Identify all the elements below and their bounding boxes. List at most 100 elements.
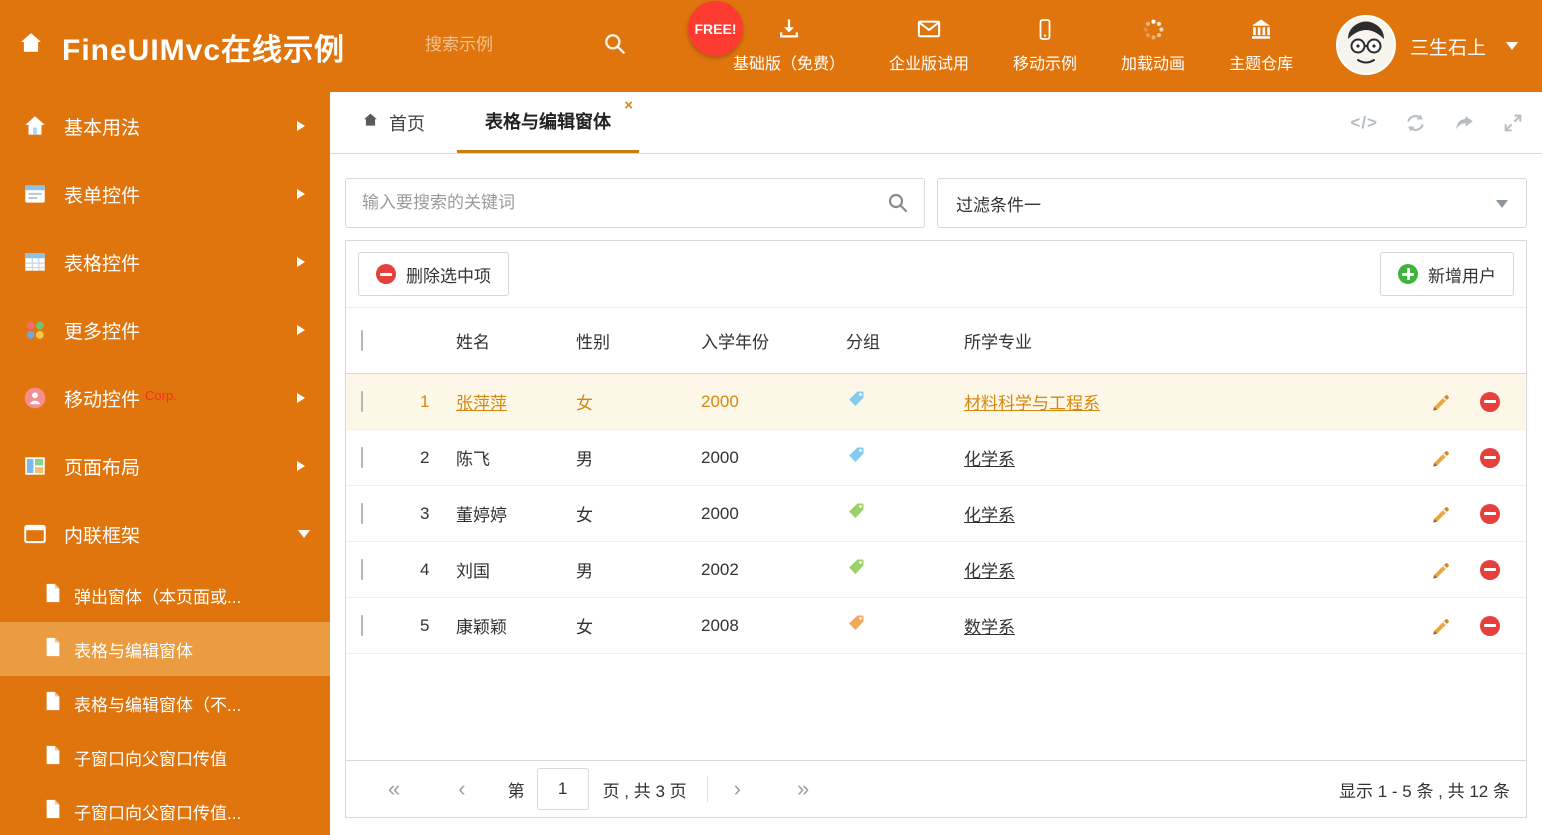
edit-icon[interactable] [1430, 615, 1451, 636]
edit-icon[interactable] [1430, 559, 1451, 580]
next-page-button[interactable]: › [734, 778, 741, 800]
select-all-checkbox[interactable] [361, 329, 363, 351]
source-code-icon[interactable]: </> [1350, 113, 1378, 133]
tab-tools: </> [1350, 92, 1524, 154]
edit-icon[interactable] [1430, 447, 1451, 468]
tab-home[interactable]: 首页 [345, 92, 441, 153]
close-icon[interactable]: × [624, 98, 633, 113]
row-number: 4 [420, 559, 430, 579]
nav-item-enterprise-trial[interactable]: 企业版试用 [889, 13, 969, 74]
edit-icon[interactable] [1430, 503, 1451, 524]
tab-grid-edit-window[interactable]: 表格与编辑窗体 × [457, 92, 639, 153]
keyword-search-input[interactable] [346, 179, 872, 227]
header-search-icon[interactable] [602, 31, 628, 62]
delete-icon[interactable] [1480, 447, 1500, 468]
chevron-down-icon[interactable] [1506, 42, 1518, 56]
sidebar-item-form-controls[interactable]: 表单控件 [0, 160, 330, 228]
refresh-icon[interactable] [1404, 112, 1427, 134]
user-name[interactable]: 三生石上 [1410, 33, 1486, 60]
nav-item-basic-free[interactable]: 基础版（免费） [733, 13, 845, 74]
major-link[interactable]: 化学系 [964, 562, 1015, 581]
delete-icon[interactable] [1480, 503, 1500, 524]
header-nav: 基础版（免费） 企业版试用 移动示例 加载动画 主题仓库 [733, 13, 1293, 74]
sidebar-item-label: 页面布局 [64, 457, 141, 479]
share-forward-icon[interactable] [1453, 112, 1476, 134]
add-user-label: 新增用户 [1428, 266, 1496, 286]
filter-row: 过滤条件一 [345, 178, 1527, 228]
edit-icon[interactable] [1430, 391, 1451, 412]
gender-cell: 女 [576, 394, 593, 413]
major-link[interactable]: 化学系 [964, 506, 1015, 525]
sidebar-subitem-label: 子窗口向父窗口传值 [74, 749, 227, 769]
nav-item-theme-repo[interactable]: 主题仓库 [1229, 13, 1293, 74]
chevron-right-icon [297, 393, 310, 403]
row-number: 3 [420, 503, 430, 523]
spinner-icon [1140, 13, 1167, 43]
row-checkbox[interactable] [361, 614, 363, 636]
sidebar-item-basic-usage[interactable]: 基本用法 [0, 92, 330, 160]
delete-icon[interactable] [1480, 559, 1500, 580]
gender-cell: 女 [576, 618, 593, 637]
sidebar-item-page-layout[interactable]: 页面布局 [0, 432, 330, 500]
divider [706, 776, 708, 802]
sidebar-subitem-grid-edit-window[interactable]: 表格与编辑窗体 [0, 622, 330, 676]
sidebar-item-more-controls[interactable]: 更多控件 [0, 296, 330, 364]
nav-item-mobile-demo[interactable]: 移动示例 [1013, 13, 1077, 74]
add-user-button[interactable]: 新增用户 [1380, 252, 1514, 296]
home-icon[interactable] [16, 29, 46, 62]
header-search-input[interactable] [425, 30, 585, 60]
sidebar-item-mobile-controls[interactable]: 移动控件 Corp. [0, 364, 330, 432]
envelope-icon [915, 13, 943, 43]
nav-item-loading-anim[interactable]: 加载动画 [1121, 13, 1185, 74]
file-icon [44, 745, 62, 770]
sidebar-item-inline-frame[interactable]: 内联框架 [0, 500, 330, 568]
tab-label: 表格与编辑窗体 [485, 112, 611, 132]
app-title: FineUIMvc在线示例 [62, 34, 346, 67]
download-icon [775, 13, 803, 43]
table-row: 3 董婷婷 女 2000 化学系 [346, 486, 1526, 542]
tag-icon [846, 447, 866, 469]
year-cell: 2008 [701, 615, 739, 635]
major-link[interactable]: 材料科学与工程系 [964, 394, 1100, 413]
search-icon[interactable] [872, 191, 924, 215]
page-number-input[interactable] [536, 768, 589, 810]
major-link[interactable]: 数学系 [964, 618, 1015, 637]
row-number: 5 [420, 615, 430, 635]
plus-circle-icon [1398, 264, 1418, 284]
nav-item-label: 企业版试用 [889, 56, 970, 73]
sidebar-item-grid-controls[interactable]: 表格控件 [0, 228, 330, 296]
filter-dropdown[interactable]: 过滤条件一 [937, 178, 1527, 228]
house-icon [22, 113, 48, 139]
sidebar-subitem-child-to-parent[interactable]: 子窗口向父窗口传值 [0, 730, 330, 784]
major-link[interactable]: 化学系 [964, 450, 1015, 469]
delete-selected-button[interactable]: 删除选中项 [358, 252, 509, 296]
tag-icon [846, 503, 866, 525]
row-checkbox[interactable] [361, 446, 363, 468]
row-checkbox[interactable] [361, 502, 363, 524]
col-header-major: 所学专业 [964, 333, 1032, 352]
row-checkbox[interactable] [361, 558, 363, 580]
col-header-gender: 性别 [576, 333, 610, 352]
sidebar-item-label: 表格控件 [64, 253, 141, 275]
first-page-button[interactable]: « [388, 778, 400, 800]
prev-page-button[interactable]: ‹ [458, 778, 465, 800]
table-icon [22, 249, 48, 275]
file-icon [44, 583, 62, 608]
sidebar-subitem-popup-window[interactable]: 弹出窗体（本页面或... [0, 568, 330, 622]
avatar[interactable] [1336, 15, 1396, 75]
student-name-link[interactable]: 张萍萍 [456, 394, 507, 413]
tag-icon [846, 615, 866, 637]
sidebar-subitem-grid-edit-window-2[interactable]: 表格与编辑窗体（不... [0, 676, 330, 730]
delete-icon[interactable] [1480, 615, 1500, 636]
table-row: 1 张萍萍 女 2000 材料科学与工程系 [346, 374, 1526, 430]
app: FineUIMvc在线示例 FREE! 基础版（免费） 企业版试用 [0, 0, 1542, 835]
sidebar-subitem-child-to-parent-2[interactable]: 子窗口向父窗口传值... [0, 784, 330, 835]
delete-icon[interactable] [1480, 391, 1500, 412]
row-checkbox[interactable] [361, 390, 363, 412]
student-name: 刘国 [456, 562, 490, 581]
table-row: 4 刘国 男 2002 化学系 [346, 542, 1526, 598]
expand-icon[interactable] [1502, 112, 1524, 134]
tag-icon [846, 391, 866, 413]
last-page-button[interactable]: » [797, 778, 809, 800]
sidebar-item-label: 更多控件 [64, 321, 141, 343]
